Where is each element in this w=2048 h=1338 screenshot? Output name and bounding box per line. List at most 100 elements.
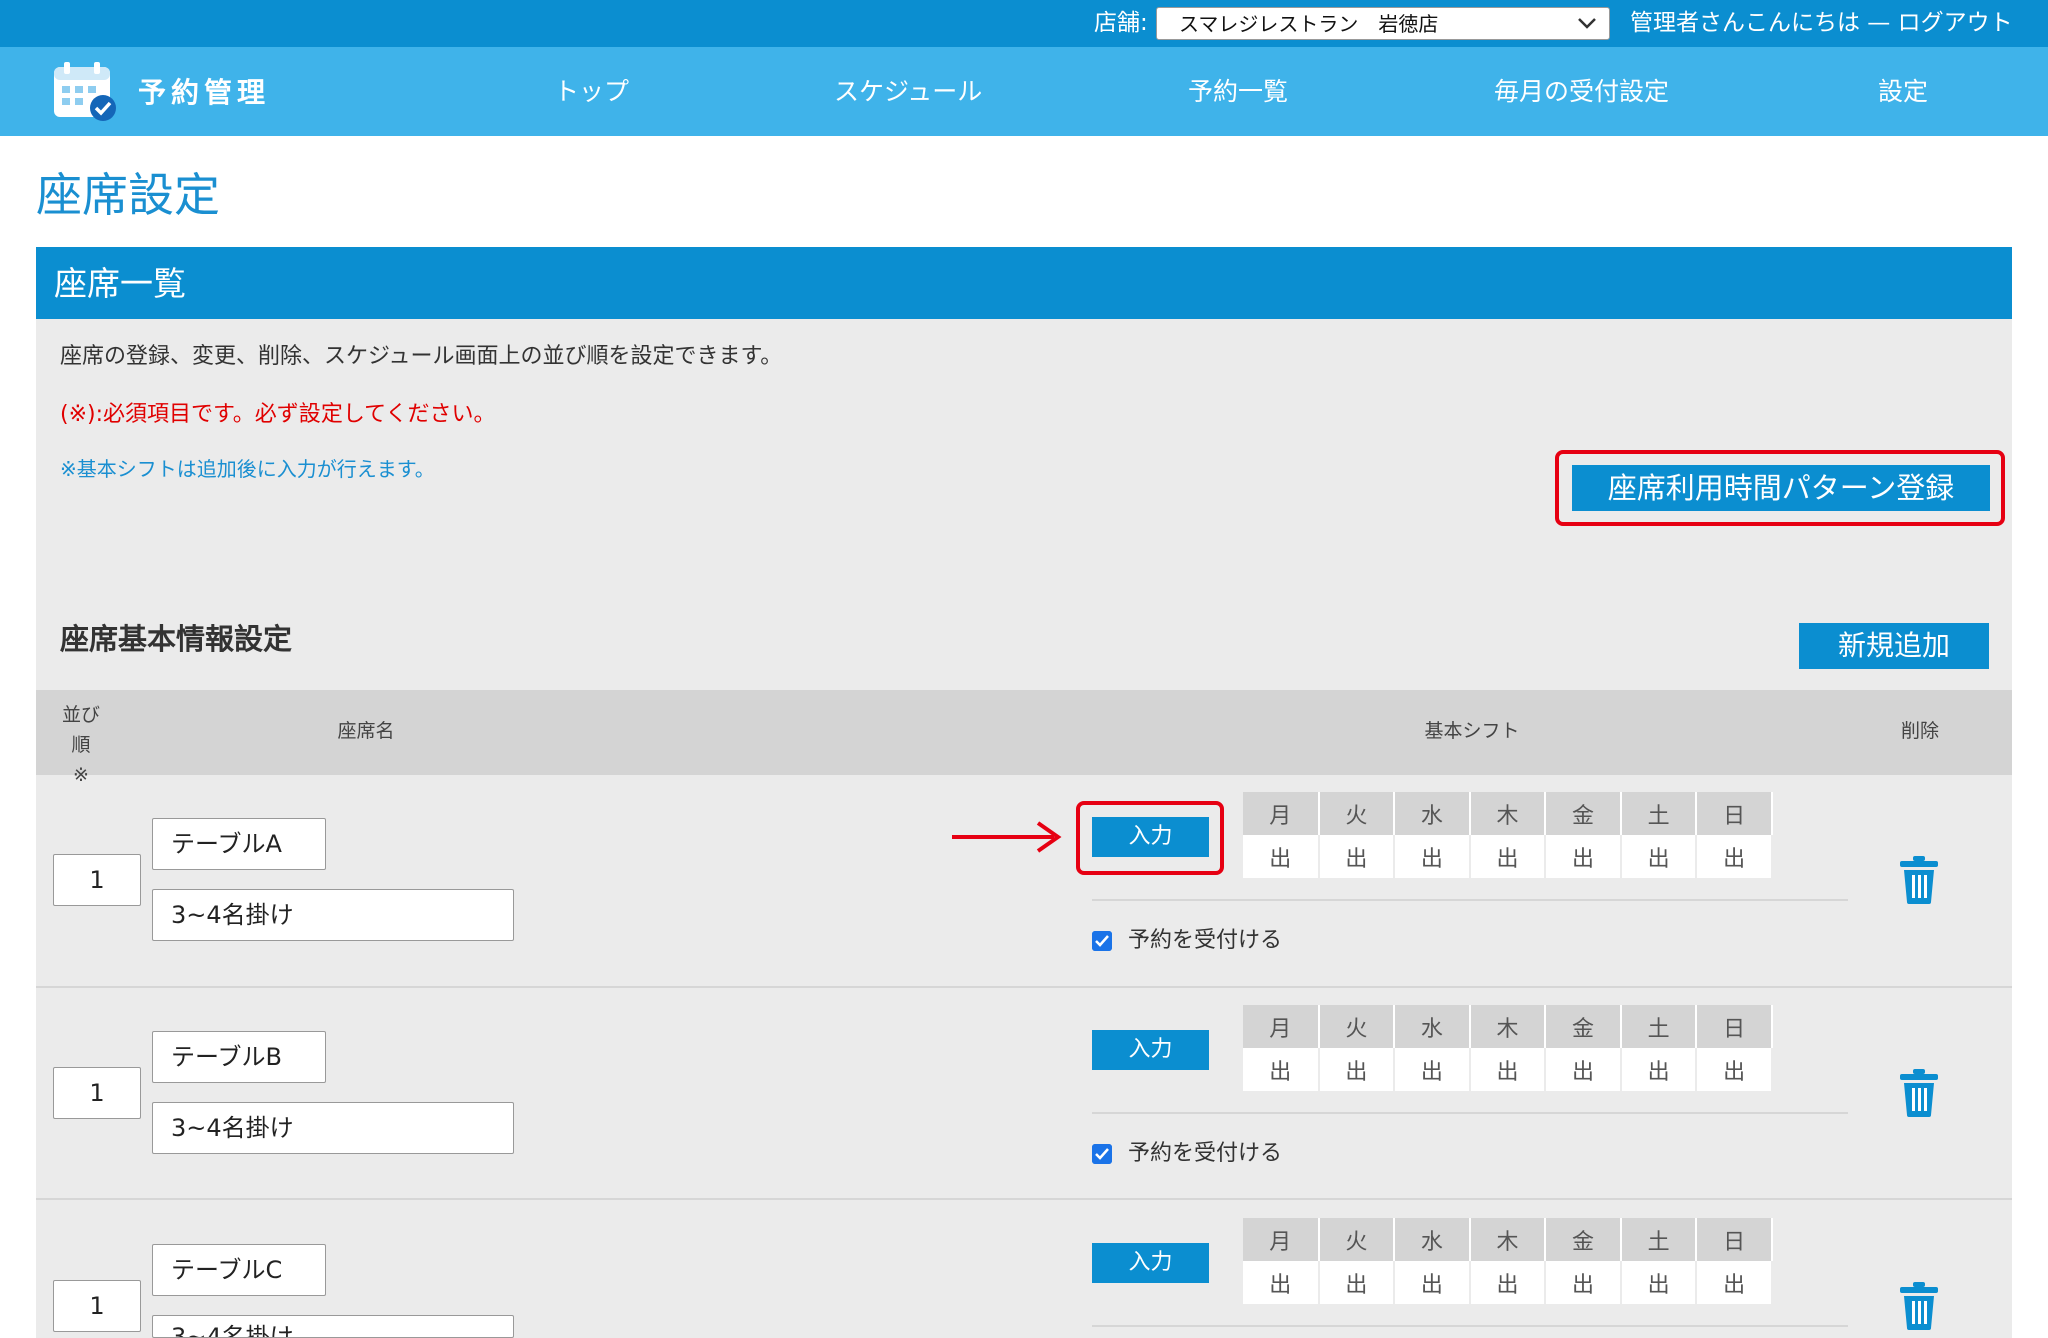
page-title: 座席設定 (36, 168, 220, 222)
shift-table: 月 火 水 木 金 土 日 出 出 出 出 出 出 出 (1243, 1218, 1773, 1304)
seat-capacity-input[interactable]: 3~4名掛け (152, 1315, 514, 1338)
day-thu: 木 (1469, 792, 1547, 835)
header-order-mark: ※ (73, 764, 89, 786)
table-header: 並び順 ※ 座席名 基本シフト 削除 (36, 690, 2012, 786)
shift-input-button[interactable]: 入力 (1092, 1243, 1209, 1283)
store-select-value: スマレジレストラン 岩徳店 (1179, 12, 1439, 36)
day-mon: 月 (1243, 1218, 1320, 1261)
day-fri: 金 (1545, 792, 1622, 835)
shift-wed: 出 (1394, 1048, 1471, 1091)
shift-sat: 出 (1620, 835, 1698, 878)
row-separator (36, 1198, 2012, 1200)
shift-table: 月 火 水 木 金 土 日 出 出 出 出 出 出 出 (1243, 1005, 1773, 1091)
app-title: 予約管理 (138, 76, 271, 109)
shift-thu: 出 (1469, 835, 1547, 878)
order-input[interactable]: 1 (53, 1067, 141, 1119)
shift-sat: 出 (1620, 1048, 1698, 1091)
greeting-logout-link[interactable]: 管理者さんこんにちは — ログアウト (1630, 8, 2013, 38)
day-fri: 金 (1545, 1005, 1622, 1048)
trash-icon[interactable] (1900, 856, 1938, 904)
shift-tue: 出 (1318, 1261, 1396, 1304)
shift-input-button[interactable]: 入力 (1092, 1030, 1209, 1070)
shift-sun: 出 (1696, 835, 1773, 878)
nav-bar: 予約管理 トップ スケジュール 予約一覧 毎月の受付設定 設定 (0, 47, 2048, 136)
nav-item-monthly-settings[interactable]: 毎月の受付設定 (1494, 75, 1669, 109)
shift-fri: 出 (1545, 835, 1622, 878)
trash-icon[interactable] (1900, 1282, 1938, 1330)
shift-note: ※基本シフトは追加後に入力が行えます。 (60, 457, 435, 481)
description-text: 座席の登録、変更、削除、スケジュール画面上の並び順を設定できます。 (60, 344, 783, 369)
day-wed: 水 (1394, 1218, 1471, 1261)
day-thu: 木 (1469, 1005, 1547, 1048)
shift-sun: 出 (1696, 1048, 1773, 1091)
day-sun: 日 (1696, 792, 1773, 835)
accept-reservation-checkbox[interactable] (1092, 931, 1112, 951)
store-select[interactable]: スマレジレストラン 岩徳店 (1156, 7, 1610, 40)
day-sat: 土 (1620, 792, 1698, 835)
day-sat: 土 (1620, 1005, 1698, 1048)
shift-sat: 出 (1620, 1261, 1698, 1304)
add-new-button[interactable]: 新規追加 (1799, 623, 1989, 669)
shift-tue: 出 (1318, 835, 1396, 878)
order-input[interactable]: 1 (53, 1280, 141, 1332)
shift-input-button[interactable]: 入力 (1092, 817, 1209, 857)
seat-capacity-input[interactable]: 3~4名掛け (152, 889, 514, 941)
chevron-down-icon (1578, 18, 1596, 29)
shift-thu: 出 (1469, 1261, 1547, 1304)
required-note: (※):必須項目です。必ず設定してください。 (60, 402, 496, 427)
day-thu: 木 (1469, 1218, 1547, 1261)
shift-wed: 出 (1394, 835, 1471, 878)
day-fri: 金 (1545, 1218, 1622, 1261)
panel-header: 座席一覧 (36, 247, 2012, 319)
order-input[interactable]: 1 (53, 854, 141, 906)
trash-icon[interactable] (1900, 1069, 1938, 1117)
panel-title: 座席一覧 (54, 264, 186, 303)
day-sat: 土 (1620, 1218, 1698, 1261)
nav-item-top[interactable]: トップ (554, 75, 629, 109)
arrow-right-icon (952, 821, 1062, 853)
day-wed: 水 (1394, 792, 1471, 835)
nav-item-schedule[interactable]: スケジュール (834, 75, 982, 109)
day-sun: 日 (1696, 1005, 1773, 1048)
day-mon: 月 (1243, 792, 1320, 835)
shift-fri: 出 (1545, 1048, 1622, 1091)
row-separator (36, 986, 2012, 988)
header-delete: 削除 (1900, 720, 1939, 742)
day-sun: 日 (1696, 1218, 1773, 1261)
shift-sun: 出 (1696, 1261, 1773, 1304)
header-order: 並び順 ※ (56, 700, 106, 790)
shift-mon: 出 (1243, 1048, 1320, 1091)
accept-reservation-label: 予約を受付ける (1128, 928, 1283, 953)
seat-time-pattern-button[interactable]: 座席利用時間パターン登録 (1572, 465, 1990, 511)
nav-item-reservation-list[interactable]: 予約一覧 (1188, 75, 1288, 109)
day-tue: 火 (1318, 1218, 1396, 1261)
nav-item-settings[interactable]: 設定 (1878, 75, 1928, 109)
header-seat-name: 座席名 (337, 720, 395, 742)
seat-name-input[interactable]: テーブルB (152, 1031, 326, 1083)
day-mon: 月 (1243, 1005, 1320, 1048)
row-divider (1092, 899, 1848, 901)
header-order-label: 並び順 (61, 704, 100, 756)
seat-name-input[interactable]: テーブルC (152, 1244, 326, 1296)
accept-reservation-label: 予約を受付ける (1128, 1141, 1283, 1166)
day-tue: 火 (1318, 792, 1396, 835)
row-divider (1092, 1112, 1848, 1114)
seat-capacity-input[interactable]: 3~4名掛け (152, 1102, 514, 1154)
shift-wed: 出 (1394, 1261, 1471, 1304)
store-label: 店舗: (1094, 10, 1148, 36)
shift-fri: 出 (1545, 1261, 1622, 1304)
day-wed: 水 (1394, 1005, 1471, 1048)
calendar-check-icon (54, 62, 116, 121)
day-tue: 火 (1318, 1005, 1396, 1048)
shift-thu: 出 (1469, 1048, 1547, 1091)
section-title: 座席基本情報設定 (60, 622, 293, 656)
accept-reservation-checkbox[interactable] (1092, 1144, 1112, 1164)
shift-table: 月 火 水 木 金 土 日 出 出 出 出 出 出 出 (1243, 792, 1773, 878)
header-basic-shift: 基本シフト (1424, 720, 1520, 742)
shift-mon: 出 (1243, 835, 1320, 878)
row-divider (1092, 1325, 1848, 1327)
top-bar: 店舗: スマレジレストラン 岩徳店 管理者さんこんにちは — ログアウト (0, 0, 2048, 47)
seat-name-input[interactable]: テーブルA (152, 818, 326, 870)
shift-tue: 出 (1318, 1048, 1396, 1091)
shift-mon: 出 (1243, 1261, 1320, 1304)
